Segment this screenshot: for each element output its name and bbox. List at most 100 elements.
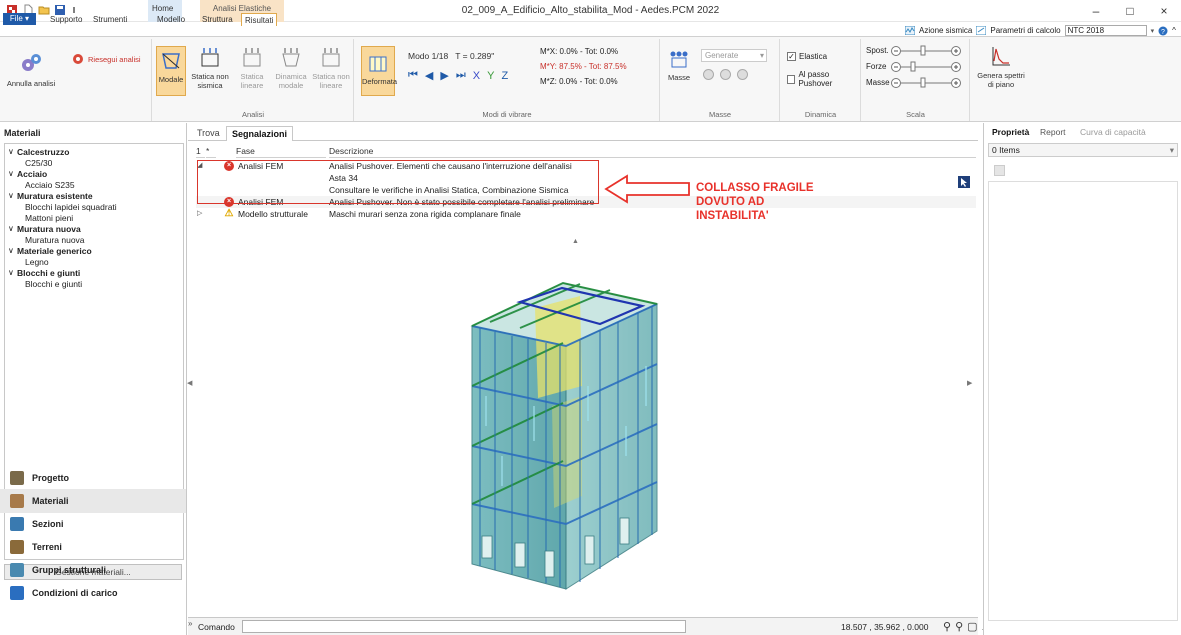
statica-non-sismica-button[interactable]: Statica non sismica	[190, 46, 230, 90]
mass-option-1-icon[interactable]	[703, 69, 714, 80]
axis-z-button[interactable]: Z	[501, 70, 508, 82]
material-tree-item[interactable]: Blocchi lapidei squadrati	[25, 202, 117, 212]
material-tree-item[interactable]: Acciaio S235	[25, 180, 75, 190]
tree-expand-icon[interactable]: ∨	[8, 169, 14, 178]
modale-button[interactable]: Modale	[156, 46, 186, 96]
material-tree-item[interactable]: Mattoni pieni	[25, 213, 73, 223]
material-tree-item[interactable]: Muratura nuova	[17, 224, 81, 234]
materials-icon	[10, 494, 24, 508]
row-expand-icon[interactable]: ▷	[197, 208, 202, 220]
message-row[interactable]: ▷ ⚠ Modello strutturale Maschi murari senza…	[196, 208, 976, 220]
deformata-button[interactable]: Deformata	[361, 46, 397, 96]
splitter-arrow-icon[interactable]: ▲	[572, 238, 579, 245]
azione-sismica-button[interactable]: Azione sismica	[919, 26, 972, 35]
zoom-icon[interactable]: ⚲	[943, 620, 951, 633]
nav-item[interactable]: Gruppi strutturali	[0, 558, 186, 582]
mass-option-2-icon[interactable]	[720, 69, 731, 80]
material-tree-item[interactable]: Blocchi e giunti	[25, 279, 82, 289]
passo-pushover-checkbox[interactable]: Al passo Pushover	[787, 70, 860, 88]
zoom-window-icon[interactable]: ⚲	[955, 620, 963, 633]
annulla-analisi-button[interactable]: Annulla analisi	[6, 51, 56, 88]
right-collapse-arrow-icon[interactable]: ▶	[967, 379, 972, 387]
items-select[interactable]: 0 Items ▾	[988, 143, 1178, 157]
command-input[interactable]	[242, 620, 686, 633]
norm-select-chevron-icon[interactable]: ▾	[1151, 27, 1155, 35]
tree-expand-icon[interactable]: ∨	[8, 268, 14, 277]
material-tree-item[interactable]: Legno	[25, 257, 49, 267]
tab-proprieta[interactable]: Proprietà	[992, 127, 1029, 137]
nav-item[interactable]: Progetto	[0, 466, 186, 490]
col-fase-header[interactable]: Fase	[236, 145, 326, 158]
elastica-check-icon[interactable]: ✓	[787, 52, 796, 61]
spost-slider-track-icon[interactable]	[891, 45, 961, 57]
masse-button[interactable]: Masse	[665, 49, 693, 82]
file-menu-button[interactable]: File ▾	[3, 13, 36, 25]
first-mode-icon[interactable]: ⏮	[408, 69, 418, 82]
tab-segnalazioni[interactable]: Segnalazioni	[226, 126, 294, 141]
masse-slider-track-icon[interactable]	[891, 77, 961, 89]
tree-expand-icon[interactable]: ∨	[8, 191, 14, 200]
statica-lineare-button[interactable]: Statica lineare	[232, 46, 272, 90]
material-tree-item[interactable]: C25/30	[25, 158, 52, 168]
next-mode-icon[interactable]: ▶	[440, 69, 448, 82]
group-dinamica-label: Dinamica	[804, 110, 837, 119]
nav-item[interactable]: Terreni	[0, 535, 186, 559]
model-3d-view[interactable]: ◀ ▶	[187, 246, 977, 620]
tab-struttura[interactable]: Struttura	[199, 13, 236, 26]
dinamica-modale-button[interactable]: Dinamica modale	[271, 46, 311, 90]
pan-icon[interactable]: ▢	[967, 620, 977, 633]
help-icon[interactable]: ?	[1158, 26, 1168, 36]
tab-risultati[interactable]: Risultati	[241, 13, 278, 26]
material-tree-item[interactable]: Calcestruzzo	[17, 147, 69, 157]
material-tree-item[interactable]: Muratura esistente	[17, 191, 93, 201]
left-collapse-arrow-icon[interactable]: ◀	[187, 379, 192, 387]
tab-report[interactable]: Report	[1040, 127, 1066, 137]
tab-curva[interactable]: Curva di capacità	[1080, 127, 1146, 137]
material-tree-item[interactable]: Materiale generico	[17, 246, 92, 256]
minimize-button[interactable]: –	[1079, 0, 1113, 22]
tree-expand-icon[interactable]: ∨	[8, 224, 14, 233]
close-button[interactable]: ×	[1147, 0, 1181, 22]
ribbon: Annulla analisi Riesegui analisi Modale …	[0, 36, 1181, 122]
maximize-button[interactable]: □	[1113, 0, 1147, 22]
col-star-header[interactable]: *	[206, 145, 216, 158]
tab-strumenti[interactable]: Strumenti	[90, 13, 130, 26]
last-mode-icon[interactable]: ⏭	[456, 69, 466, 82]
nav-item[interactable]: Materiali	[0, 489, 186, 513]
material-tree-item[interactable]: Acciaio	[17, 169, 47, 179]
nav-item[interactable]: Condizioni di carico	[0, 581, 186, 605]
mass-option-3-icon[interactable]	[737, 69, 748, 80]
tab-trova[interactable]: Trova	[192, 126, 225, 141]
prev-mode-icon[interactable]: ◀	[425, 69, 433, 82]
forze-slider[interactable]: Forze	[866, 59, 961, 75]
command-expand-icon[interactable]: »	[188, 619, 192, 628]
scala-sliders: Spost. Forze Masse	[866, 43, 961, 91]
parametri-calcolo-button[interactable]: Parametri di calcolo	[990, 26, 1060, 35]
elastica-label: Elastica	[799, 52, 828, 61]
tab-supporto[interactable]: Supporto	[47, 13, 85, 26]
material-tree-item[interactable]: Blocchi e giunti	[17, 268, 80, 278]
statica-non-lineare-button[interactable]: Statica non lineare	[311, 46, 351, 90]
tree-expand-icon[interactable]: ∨	[8, 147, 14, 156]
elastica-checkbox[interactable]: ✓ Elastica	[787, 52, 827, 61]
rerun-gear-icon	[73, 54, 83, 64]
axis-y-button[interactable]: Y	[487, 70, 494, 82]
nav-item[interactable]: Sezioni	[0, 512, 186, 536]
group-modi-vibrare: Deformata Modo 1/18 T = 0.289" ⏮ ◀ ▶ ⏭ X…	[355, 39, 660, 121]
axis-x-button[interactable]: X	[473, 70, 480, 82]
col-desc-header[interactable]: Descrizione	[329, 145, 976, 158]
ribbon-collapse-icon[interactable]: ^	[1172, 26, 1176, 35]
tree-expand-icon[interactable]: ∨	[8, 246, 14, 255]
col-num-header[interactable]: 1	[196, 145, 205, 158]
property-icon[interactable]	[994, 165, 1005, 176]
genera-spettri-button[interactable]: Genera spettri di piano	[975, 45, 1027, 89]
passo-check-icon[interactable]	[787, 74, 796, 84]
material-tree-item[interactable]: Muratura nuova	[25, 235, 85, 245]
riesegui-analisi-button[interactable]: Riesegui analisi	[72, 53, 148, 65]
tab-modello[interactable]: Modello	[154, 13, 188, 26]
masse-slider[interactable]: Masse	[866, 75, 961, 91]
masse-generate-select[interactable]: Generate ▾	[701, 49, 767, 62]
spost-slider[interactable]: Spost.	[866, 43, 961, 59]
forze-slider-track-icon[interactable]	[891, 61, 961, 73]
norm-select[interactable]: NTC 2018	[1064, 25, 1147, 36]
